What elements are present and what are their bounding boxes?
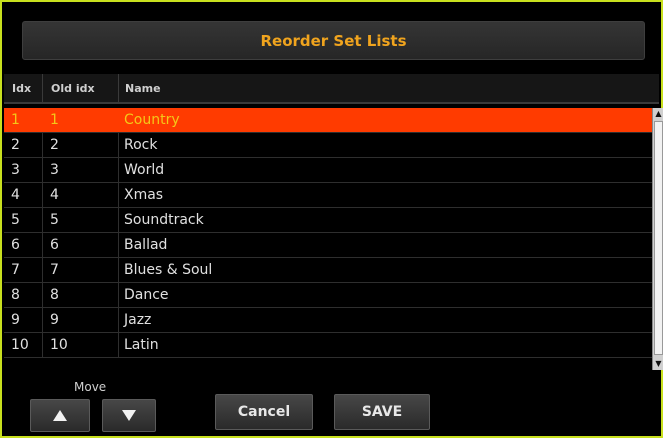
column-divider: [118, 108, 119, 132]
row-old-idx: 4: [50, 187, 59, 203]
row-idx: 9: [11, 312, 20, 328]
table-row[interactable]: 7 7 Blues & Soul: [4, 258, 653, 283]
column-divider: [118, 258, 119, 282]
column-divider: [118, 233, 119, 257]
triangle-down-icon: [122, 410, 136, 421]
column-divider: [42, 183, 43, 207]
row-idx: 10: [11, 337, 29, 353]
row-old-idx: 8: [50, 287, 59, 303]
row-name: Rock: [124, 137, 158, 153]
row-name: Jazz: [124, 312, 152, 328]
row-idx: 1: [11, 112, 20, 128]
column-divider: [118, 208, 119, 232]
column-header-name: Name: [125, 82, 161, 95]
table-row[interactable]: 5 5 Soundtrack: [4, 208, 653, 233]
row-old-idx: 10: [50, 337, 68, 353]
column-divider: [42, 333, 43, 357]
table-row[interactable]: 2 2 Rock: [4, 133, 653, 158]
column-divider: [118, 183, 119, 207]
scroll-down-arrow-icon[interactable]: ▼: [653, 358, 663, 370]
row-name: Blues & Soul: [124, 262, 213, 278]
save-button[interactable]: SAVE: [334, 394, 430, 430]
row-idx: 5: [11, 212, 20, 228]
scroll-up-arrow-icon[interactable]: ▲: [653, 108, 663, 120]
row-old-idx: 9: [50, 312, 59, 328]
row-idx: 4: [11, 187, 20, 203]
row-old-idx: 1: [50, 112, 59, 128]
row-old-idx: 3: [50, 162, 59, 178]
table-row[interactable]: 6 6 Ballad: [4, 233, 653, 258]
table-row[interactable]: 8 8 Dance: [4, 283, 653, 308]
move-down-button[interactable]: [102, 399, 156, 432]
column-divider: [42, 308, 43, 332]
column-divider: [42, 258, 43, 282]
scrollbar-thumb[interactable]: [654, 121, 663, 355]
row-idx: 8: [11, 287, 20, 303]
column-divider: [42, 233, 43, 257]
row-idx: 3: [11, 162, 20, 178]
row-old-idx: 5: [50, 212, 59, 228]
row-name: Latin: [124, 337, 159, 353]
move-up-button[interactable]: [30, 399, 90, 432]
table-row[interactable]: 10 10 Latin: [4, 333, 653, 358]
dialog-title: Reorder Set Lists: [22, 21, 645, 60]
row-name: Ballad: [124, 237, 168, 253]
set-list-table: 1 1 Country 2 2 Rock 3 3 World 4 4 Xmas: [4, 108, 653, 358]
column-divider: [118, 283, 119, 307]
row-name: World: [124, 162, 165, 178]
column-divider: [118, 308, 119, 332]
column-divider: [118, 74, 119, 102]
column-divider: [118, 158, 119, 182]
column-divider: [118, 133, 119, 157]
column-divider: [42, 133, 43, 157]
list-header: Idx Old idx Name: [4, 74, 659, 104]
column-header-idx: Idx: [12, 82, 32, 95]
row-name: Soundtrack: [124, 212, 204, 228]
column-divider: [118, 333, 119, 357]
list-scrollbar[interactable]: ▲ ▼: [652, 108, 663, 370]
reorder-set-lists-dialog: Reorder Set Lists Idx Old idx Name 1 1 C…: [0, 0, 663, 438]
row-idx: 6: [11, 237, 20, 253]
table-row[interactable]: 1 1 Country: [4, 108, 653, 133]
table-row[interactable]: 9 9 Jazz: [4, 308, 653, 333]
row-name: Country: [124, 112, 180, 128]
column-header-old-idx: Old idx: [51, 82, 95, 95]
row-old-idx: 2: [50, 137, 59, 153]
triangle-up-icon: [53, 410, 67, 421]
row-idx: 7: [11, 262, 20, 278]
column-divider: [42, 108, 43, 132]
cancel-button[interactable]: Cancel: [215, 394, 313, 430]
column-divider: [42, 283, 43, 307]
table-row[interactable]: 3 3 World: [4, 158, 653, 183]
column-divider: [42, 208, 43, 232]
row-name: Dance: [124, 287, 169, 303]
row-idx: 2: [11, 137, 20, 153]
column-divider: [42, 158, 43, 182]
row-name: Xmas: [124, 187, 164, 203]
move-label: Move: [74, 380, 107, 394]
column-divider: [42, 74, 43, 102]
table-row[interactable]: 4 4 Xmas: [4, 183, 653, 208]
row-old-idx: 7: [50, 262, 59, 278]
row-old-idx: 6: [50, 237, 59, 253]
